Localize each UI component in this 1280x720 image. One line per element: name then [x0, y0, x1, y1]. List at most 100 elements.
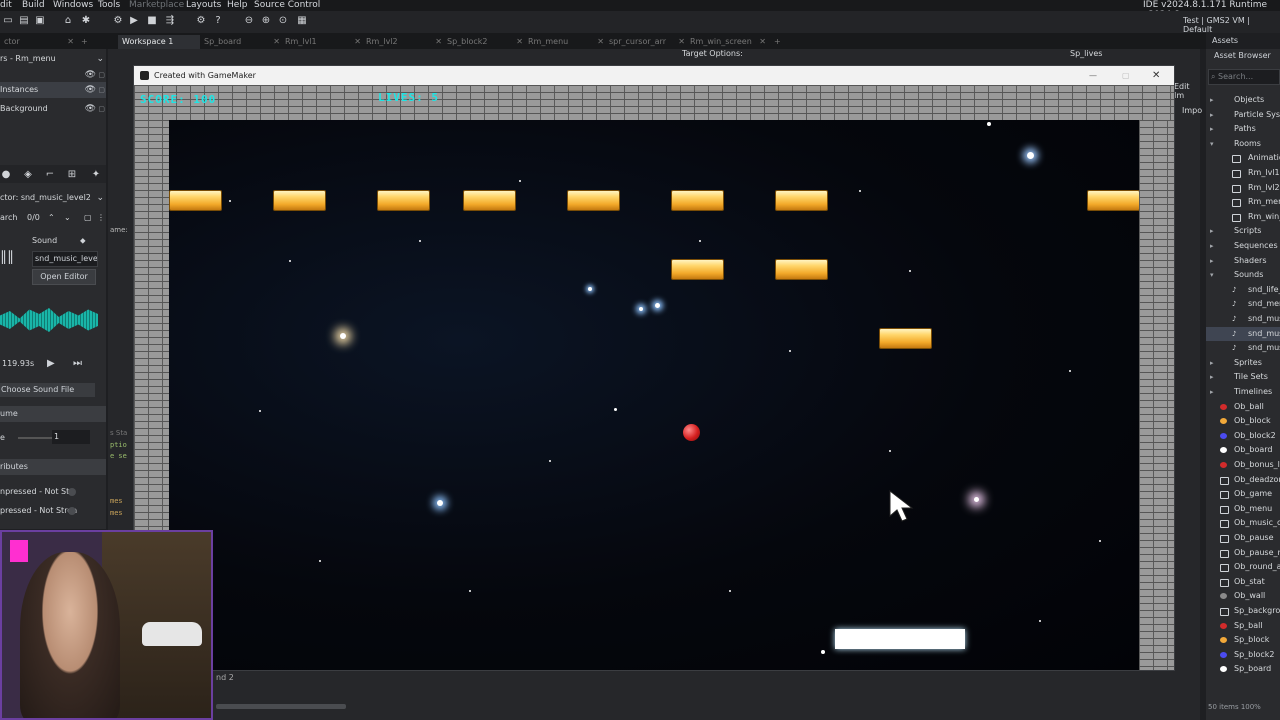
- tab-sp-board[interactable]: Sp_board ✕: [200, 35, 282, 49]
- asset-tree-item[interactable]: ♪ snd_life_: [1206, 283, 1280, 297]
- tab-rm-lvl2[interactable]: Rm_lvl2 ✕: [362, 35, 444, 49]
- zoom-reset-icon[interactable]: ⊙: [277, 15, 289, 27]
- chevron-right-icon[interactable]: ▸: [1210, 385, 1214, 399]
- tab-rm-win-screen[interactable]: Rm_win_screen ✕: [686, 35, 768, 49]
- choose-sound-file-button[interactable]: Choose Sound File: [0, 383, 95, 397]
- eye-icon[interactable]: 👁: [85, 101, 96, 117]
- arrow-down-icon[interactable]: ⌄: [64, 210, 71, 226]
- asset-browser-tab[interactable]: Asset Browser: [1214, 51, 1271, 60]
- asset-tree-item[interactable]: ♪ snd_mus: [1206, 312, 1280, 326]
- menu-layouts[interactable]: Layouts: [186, 0, 221, 10]
- chevron-right-icon[interactable]: ▸: [1210, 108, 1214, 122]
- chevron-down-icon[interactable]: ⌄: [96, 190, 104, 206]
- asset-tree-item[interactable]: ▸ Scripts: [1206, 224, 1280, 238]
- arrow-up-icon[interactable]: ⌃: [48, 210, 55, 226]
- asset-tree-item[interactable]: Ob_block2: [1206, 429, 1280, 443]
- asset-tree-item[interactable]: Rm_win_s: [1206, 210, 1280, 224]
- help-icon[interactable]: ?: [212, 15, 224, 27]
- add-tab-icon[interactable]: +: [770, 35, 784, 49]
- settings-icon[interactable]: ⋮: [97, 210, 105, 226]
- chevron-down-icon[interactable]: ▾: [1210, 137, 1214, 151]
- open-editor-button[interactable]: Open Editor: [32, 269, 96, 285]
- game-window-titlebar[interactable]: Created with GameMaker — ▢ ✕: [134, 66, 1174, 85]
- clean-icon[interactable]: ⌂: [62, 15, 74, 27]
- chevron-right-icon[interactable]: ▸: [1210, 93, 1214, 107]
- chevron-down-icon[interactable]: ⌄: [96, 51, 104, 67]
- asset-tree-item[interactable]: Animation: [1206, 151, 1280, 165]
- asset-tree-item[interactable]: ▸ Shaders: [1206, 254, 1280, 268]
- asset-tree-item[interactable]: Ob_board: [1206, 443, 1280, 457]
- chevron-right-icon[interactable]: ▸: [1210, 122, 1214, 136]
- asset-tree-item[interactable]: ▸ Sequences: [1206, 239, 1280, 253]
- tab-spr-cursor[interactable]: spr_cursor_arr ✕: [605, 35, 687, 49]
- close-icon[interactable]: ✕: [597, 35, 604, 49]
- tag-icon[interactable]: ⬥: [80, 236, 86, 246]
- asset-tree-item[interactable]: Ob_stat: [1206, 575, 1280, 589]
- asset-tree-item[interactable]: ▾ Rooms: [1206, 137, 1280, 151]
- target-info[interactable]: Test | GMS2 VM | Default: [1183, 16, 1280, 34]
- lock-icon[interactable]: ▢: [98, 67, 105, 83]
- menu-marketplace[interactable]: Marketplace: [129, 0, 184, 10]
- close-icon[interactable]: ✕: [516, 35, 523, 49]
- close-icon[interactable]: ✕: [273, 35, 280, 49]
- radio-button[interactable]: [68, 488, 76, 496]
- asset-tree-item[interactable]: ▸ Objects: [1206, 93, 1280, 107]
- path-tool-icon[interactable]: ⌐: [44, 169, 56, 181]
- close-icon[interactable]: ✕: [67, 35, 74, 49]
- menu-source-control[interactable]: Source Control: [254, 0, 320, 10]
- asset-tree-item[interactable]: Sp_backgro: [1206, 604, 1280, 618]
- asset-tree-item[interactable]: Sp_ball: [1206, 619, 1280, 633]
- close-icon[interactable]: ✕: [678, 35, 685, 49]
- menu-tools[interactable]: Tools: [98, 0, 120, 10]
- open-icon[interactable]: ▤: [18, 15, 30, 27]
- tab-inspector[interactable]: ctor ✕: [0, 35, 76, 49]
- asset-tree-item[interactable]: ▸ Tile Sets: [1206, 370, 1280, 384]
- new-file-icon[interactable]: ▭: [2, 15, 14, 27]
- chevron-right-icon[interactable]: ▸: [1210, 239, 1214, 253]
- menu-edit[interactable]: dit: [0, 0, 12, 10]
- asset-tree-item[interactable]: ▾ Sounds: [1206, 268, 1280, 282]
- settings-icon[interactable]: ⚙: [112, 15, 124, 27]
- asset-tree-item[interactable]: Ob_deadzon: [1206, 473, 1280, 487]
- build-icon[interactable]: ⇶: [164, 15, 176, 27]
- volume-slider[interactable]: [18, 437, 52, 439]
- close-icon[interactable]: ✕: [354, 35, 361, 49]
- asset-tree-item[interactable]: ▸ Sprites: [1206, 356, 1280, 370]
- attr-uncompressed-row[interactable]: npressed - Not Str: [0, 484, 106, 500]
- asset-tree-item[interactable]: Rm_menu: [1206, 195, 1280, 209]
- save-icon[interactable]: ▣: [34, 15, 46, 27]
- layer-instances[interactable]: Instances 👁 ▢: [0, 82, 106, 98]
- asset-tree-item[interactable]: ▸ Paths: [1206, 122, 1280, 136]
- gear-icon[interactable]: ⚙: [195, 15, 207, 27]
- maximize-icon[interactable]: ▢: [1122, 66, 1130, 85]
- asset-tree-item[interactable]: ♪ snd_men: [1206, 297, 1280, 311]
- asset-tree-item[interactable]: Rm_lvl2: [1206, 181, 1280, 195]
- asset-tree-item[interactable]: Sp_board: [1206, 662, 1280, 676]
- assets-header[interactable]: Assets: [1206, 33, 1280, 49]
- asset-tree-item[interactable]: ▸ Timelines: [1206, 385, 1280, 399]
- chevron-right-icon[interactable]: ▸: [1210, 224, 1214, 238]
- minimize-icon[interactable]: —: [1089, 66, 1097, 85]
- add-tool-icon[interactable]: ⊞: [66, 169, 78, 181]
- asset-tree-item[interactable]: Ob_wall: [1206, 589, 1280, 603]
- zoom-in-icon[interactable]: ⊕: [260, 15, 272, 27]
- asset-tree-item[interactable]: Sp_block2: [1206, 648, 1280, 662]
- sound-name-field[interactable]: snd_music_leve: [32, 251, 98, 267]
- diamond-tool-icon[interactable]: ◈: [22, 169, 34, 181]
- play-icon[interactable]: ▶: [128, 15, 140, 27]
- eye-icon[interactable]: 👁: [85, 82, 96, 98]
- circle-tool-icon[interactable]: ●: [0, 169, 12, 181]
- close-icon[interactable]: ✕: [759, 35, 766, 49]
- tab-workspace-1[interactable]: Workspace 1: [118, 35, 200, 49]
- lock-icon[interactable]: ▢: [98, 82, 105, 98]
- skip-end-icon[interactable]: ⏭: [73, 358, 82, 369]
- chevron-down-icon[interactable]: ▾: [1210, 268, 1214, 282]
- volume-input[interactable]: 1: [52, 430, 90, 444]
- tab-sp-block2[interactable]: Sp_block2 ✕: [443, 35, 525, 49]
- asset-tree-item[interactable]: Ob_game: [1206, 487, 1280, 501]
- asset-tree-item[interactable]: Sp_block: [1206, 633, 1280, 647]
- asset-tree-item[interactable]: ▸ Particle System: [1206, 108, 1280, 122]
- horizontal-scrollbar[interactable]: [216, 704, 346, 709]
- asset-tree-item[interactable]: ♪ snd_mus: [1206, 326, 1280, 341]
- magic-wand-icon[interactable]: ✦: [90, 169, 102, 181]
